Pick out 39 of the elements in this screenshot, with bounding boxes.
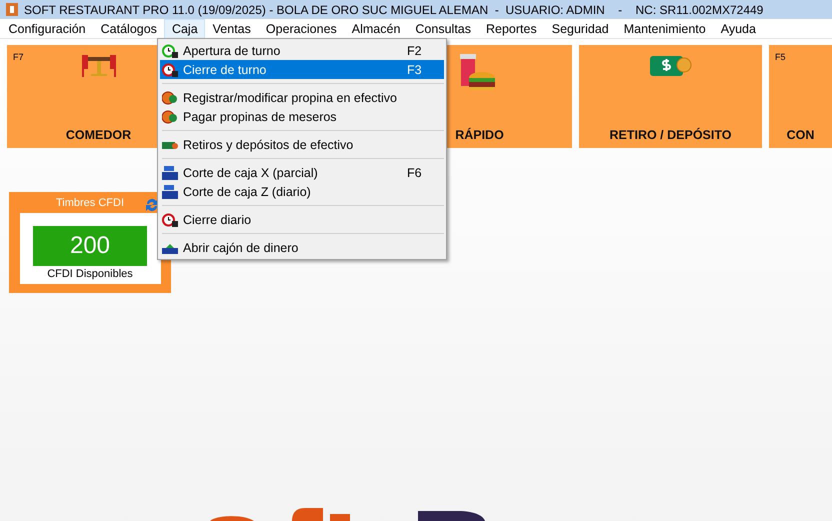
tile-label: COMEDOR <box>66 128 132 142</box>
dropdown-item[interactable]: Abrir cajón de dinero <box>160 238 444 257</box>
menu-item[interactable]: Configuración <box>1 18 94 38</box>
module-tile[interactable]: F5 CON <box>769 45 832 148</box>
module-tile[interactable]: RETIRO / DEPÓSITO <box>579 45 762 148</box>
menu-item[interactable]: Operaciones <box>258 18 344 38</box>
tile-label: CON <box>786 128 814 142</box>
window-title: SOFT RESTAURANT PRO 11.0 (19/09/2025) - BOLA DE ORO SUC MIGUEL ALEMAN - USUARIO: ADMIN - NC: SR11.002MX72449 <box>24 2 764 16</box>
dropdown-item[interactable]: Corte de caja Z (diario) <box>160 182 444 201</box>
cash-register-icon <box>162 166 178 180</box>
menu-item[interactable]: Caja <box>164 18 206 38</box>
menu-item[interactable]: Reportes <box>478 18 544 38</box>
menu-item[interactable]: Mantenimiento <box>616 18 714 38</box>
coin-icon <box>162 110 178 124</box>
money-icon <box>650 53 692 77</box>
hotkey-label: F7 <box>13 52 24 62</box>
menu-item[interactable]: Ayuda <box>713 18 764 38</box>
stamps-count: 200 <box>33 226 147 266</box>
menu-item[interactable]: Almacén <box>344 18 408 38</box>
clock-icon <box>162 212 178 226</box>
coin-icon <box>162 90 178 104</box>
menu-item[interactable]: Catálogos <box>93 18 164 38</box>
refresh-icon[interactable] <box>145 197 159 213</box>
menu-item[interactable]: Seguridad <box>544 18 616 38</box>
dropdown-item[interactable]: Cierre de turno F3 <box>160 60 444 79</box>
dropdown-item[interactable]: Cierre diario <box>160 210 444 229</box>
dining-table-icon <box>80 53 118 77</box>
tile-label: RETIRO / DEPÓSITO <box>609 128 732 142</box>
card-title: Timbres CFDI <box>56 197 124 211</box>
tile-label: RÁPIDO <box>455 128 504 142</box>
clock-icon <box>162 62 178 76</box>
app-icon <box>6 3 18 16</box>
hotkey-label: F5 <box>775 52 786 62</box>
dropdown-item[interactable]: Corte de caja X (parcial) F6 <box>160 163 444 182</box>
menu-item[interactable]: Ventas <box>205 18 258 38</box>
cash-register-icon <box>162 184 178 198</box>
menu-item[interactable]: Consultas <box>408 18 478 38</box>
clock-icon <box>162 44 178 58</box>
card-caption: CFDI Disponibles <box>47 268 133 280</box>
